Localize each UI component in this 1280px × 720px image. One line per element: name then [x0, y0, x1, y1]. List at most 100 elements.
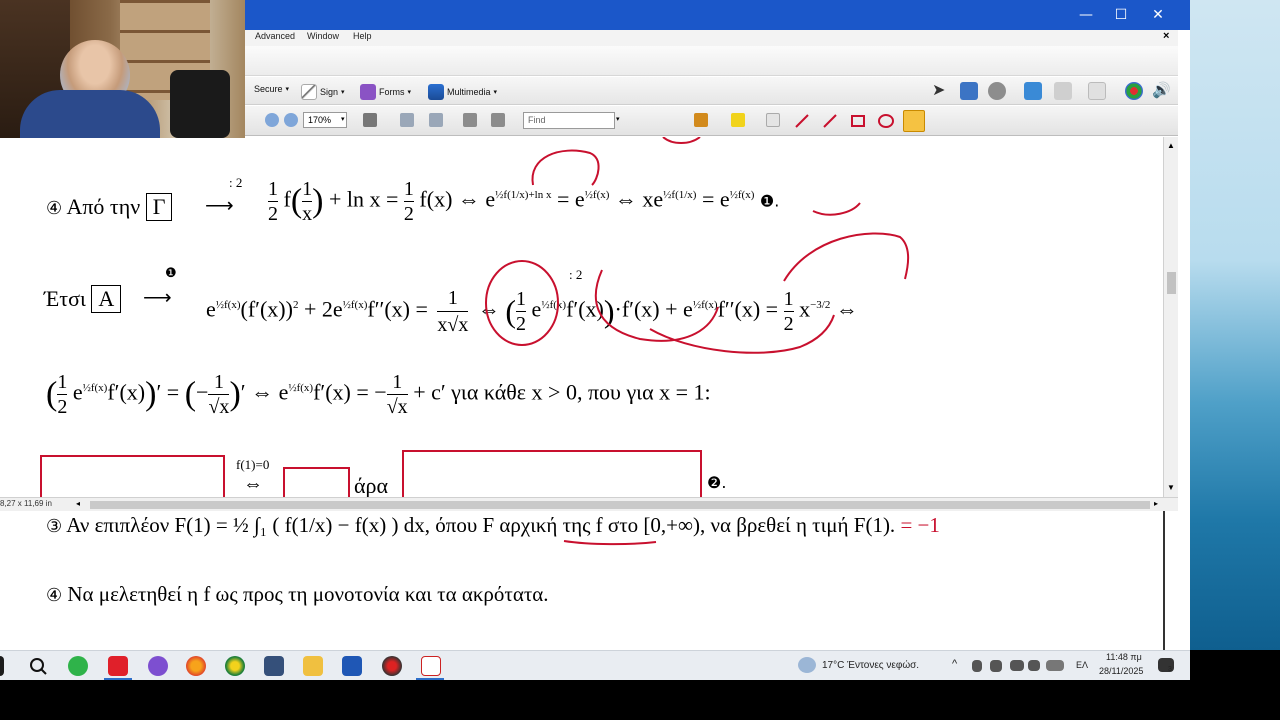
- webcam-overlay: [0, 0, 245, 138]
- page-size-label: 8,27 x 11,69 in: [0, 499, 52, 508]
- zoom-in-icon[interactable]: [284, 113, 298, 127]
- horizontal-scrollbar[interactable]: 8,27 x 11,69 in ◂ ▸: [0, 497, 1178, 511]
- page-icon[interactable]: [1088, 82, 1106, 100]
- firefox-icon[interactable]: [186, 656, 206, 676]
- search-icon[interactable]: [28, 656, 48, 676]
- secure-label: Secure: [254, 84, 283, 94]
- menu-window[interactable]: Window: [307, 31, 339, 41]
- language-indicator[interactable]: ΕΛ: [1076, 660, 1088, 670]
- person-shirt: [20, 90, 160, 138]
- speaker-icon[interactable]: 🔊: [1152, 82, 1171, 100]
- item-4-label: ④: [46, 585, 63, 606]
- start-icon[interactable]: [0, 656, 4, 676]
- scroll-right-icon[interactable]: ▸: [1154, 499, 1158, 508]
- clock-time[interactable]: 11:48 πμ: [1106, 652, 1142, 662]
- document-page-upper: ④ Από την Γ : 2 ⟶ 12 f(1 x) + ln x = 12 f…: [0, 137, 1163, 497]
- clock-date[interactable]: 28/11/2025: [1099, 666, 1143, 676]
- fit-page-icon[interactable]: [400, 113, 414, 127]
- stamp-icon[interactable]: [694, 113, 708, 127]
- rotate-right-icon[interactable]: [491, 113, 505, 127]
- dropdown-arrow-icon: ▾: [493, 89, 498, 96]
- zoom-out-icon[interactable]: [265, 113, 279, 127]
- minimize-button[interactable]: —: [1071, 5, 1101, 25]
- page-edge: [1163, 511, 1165, 650]
- dropdown-arrow-icon: ▾: [341, 89, 345, 96]
- scroll-left-icon[interactable]: ◂: [76, 499, 80, 508]
- print-icon[interactable]: [363, 113, 377, 127]
- document-close-button[interactable]: ×: [1163, 30, 1169, 42]
- file-explorer-icon[interactable]: [303, 656, 323, 676]
- highlight-icon[interactable]: [731, 113, 745, 127]
- vertical-scrollbar[interactable]: ▲ ▼: [1163, 137, 1178, 497]
- pencil-tool-icon[interactable]: [903, 110, 925, 132]
- item-3-text: Αν επιπλέον F(1) = ½ ∫₁ ( f(1/x) − f(x) …: [66, 513, 896, 537]
- keyboard-icon[interactable]: [1046, 660, 1064, 671]
- active-indicator: [104, 678, 132, 680]
- rectangle-draw-icon[interactable]: [850, 113, 866, 129]
- underline-annotation: [563, 540, 657, 546]
- tray-icon[interactable]: [972, 660, 982, 672]
- horizontal-scroll-thumb[interactable]: [90, 501, 1150, 509]
- item-4-text: Να μελετηθεί η f ως προς τη μονοτονία κα…: [67, 582, 549, 606]
- ellipse-draw-icon[interactable]: [878, 113, 894, 129]
- snapshot-icon[interactable]: [960, 82, 978, 100]
- weather-icon[interactable]: [798, 657, 816, 673]
- word-icon[interactable]: [342, 656, 362, 676]
- find-input[interactable]: Find: [523, 112, 615, 129]
- rotate-left-icon[interactable]: [463, 113, 477, 127]
- secure-menu[interactable]: Secure ▾: [254, 84, 289, 94]
- item-3-label: ③: [46, 516, 63, 537]
- whatsapp-icon[interactable]: [68, 656, 88, 676]
- multimedia-icon: [428, 84, 444, 100]
- taskbar: 17°C Έντονες νεφώσ. ^ ΕΛ 11:48 πμ 28/11/…: [0, 650, 1190, 680]
- tray-chevron-icon[interactable]: ^: [952, 658, 957, 670]
- select-arrow-icon[interactable]: ➤: [932, 82, 950, 100]
- forms-icon: [360, 84, 376, 100]
- hand-tool-icon[interactable]: [988, 82, 1006, 100]
- problem-item-3: ③ Αν επιπλέον F(1) = ½ ∫₁ ( f(1/x) − f(x…: [46, 513, 940, 538]
- multimedia-label: Multimedia: [447, 87, 491, 97]
- desktop-background: [1190, 0, 1280, 650]
- handwritten-annotations: [485, 137, 910, 354]
- menu-advanced[interactable]: Advanced: [255, 31, 295, 41]
- sign-label: Sign: [320, 87, 339, 97]
- problem-item-4: ④ Να μελετηθεί η f ως προς τη μονοτονία …: [46, 582, 549, 607]
- arrow-draw-icon[interactable]: [794, 113, 810, 129]
- app-blue-icon[interactable]: [264, 656, 284, 676]
- forms-menu[interactable]: Forms ▾: [360, 84, 411, 100]
- undo-icon[interactable]: [1024, 82, 1042, 100]
- active-indicator: [416, 678, 444, 680]
- note-icon[interactable]: [766, 113, 780, 127]
- fit-width-icon[interactable]: [429, 113, 443, 127]
- line-draw-icon[interactable]: [822, 113, 838, 129]
- volume-icon[interactable]: [1028, 660, 1040, 671]
- pen-icon: [301, 84, 317, 100]
- scroll-down-icon[interactable]: ▼: [1167, 483, 1175, 492]
- close-button[interactable]: ✕: [1143, 5, 1173, 25]
- app-red-icon[interactable]: [108, 656, 128, 676]
- sign-menu[interactable]: Sign ▾: [301, 84, 345, 100]
- viber-icon[interactable]: [148, 656, 168, 676]
- menu-help[interactable]: Help: [353, 31, 372, 41]
- item-3-answer: = −1: [900, 513, 940, 537]
- forms-label: Forms: [379, 87, 405, 97]
- network-icon[interactable]: [1010, 660, 1024, 671]
- weather-text[interactable]: 17°C Έντονες νεφώσ.: [822, 660, 919, 671]
- scroll-up-icon[interactable]: ▲: [1167, 141, 1175, 150]
- browser-icon[interactable]: [1125, 82, 1143, 100]
- document-page-lower: ③ Αν επιπλέον F(1) = ½ ∫₁ ( f(1/x) − f(x…: [0, 511, 1163, 650]
- dropdown-arrow-icon: ▾: [407, 89, 412, 96]
- maximize-button[interactable]: ☐: [1106, 5, 1136, 25]
- chair: [170, 70, 230, 138]
- recorder-icon[interactable]: [382, 656, 402, 676]
- dropdown-arrow-icon: ▾: [285, 86, 290, 93]
- globe-app-icon[interactable]: [225, 656, 245, 676]
- zoom-dropdown-icon[interactable]: ▾: [341, 115, 345, 123]
- pdf-reader-icon[interactable]: [421, 656, 441, 676]
- tray-icon[interactable]: [990, 660, 1002, 672]
- multimedia-menu[interactable]: Multimedia ▾: [428, 84, 497, 100]
- redo-icon[interactable]: [1054, 82, 1072, 100]
- notification-count: 3: [1168, 666, 1172, 673]
- find-dropdown-icon[interactable]: ▾: [616, 115, 620, 123]
- vertical-scroll-thumb[interactable]: [1167, 272, 1176, 294]
